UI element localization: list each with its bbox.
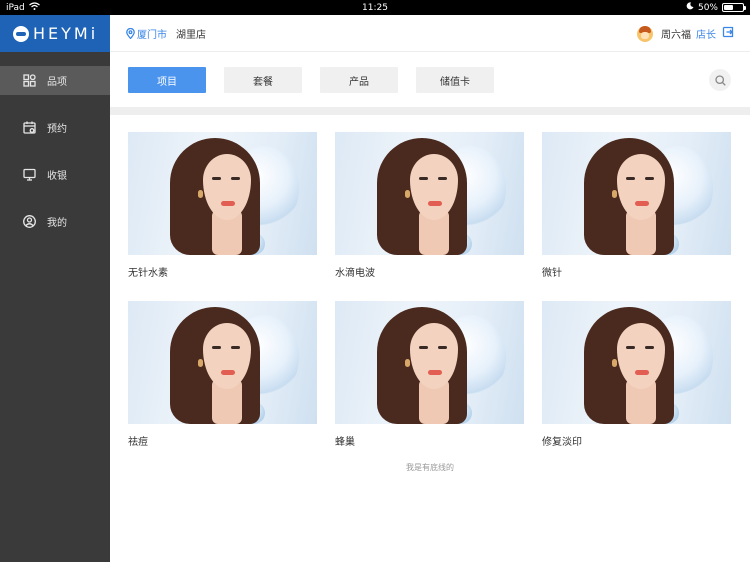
sidebar: HEYMi 品项 预约 收银 我的 <box>0 15 110 562</box>
item-card[interactable]: 祛痘 <box>128 301 317 448</box>
logout-icon[interactable] <box>722 26 734 41</box>
category-tabs: 项目 套餐 产品 储值卡 <box>110 52 750 107</box>
sidebar-item-appointment[interactable]: 预约 <box>0 113 110 142</box>
section-divider <box>110 107 750 115</box>
item-card[interactable]: 蜂巢 <box>335 301 524 448</box>
item-card[interactable]: 微针 <box>542 132 731 279</box>
user-role: 店长 <box>696 30 716 41</box>
sidebar-item-label: 收银 <box>47 171 67 182</box>
sidebar-item-label: 我的 <box>47 218 67 229</box>
status-time: 11:25 <box>362 2 388 13</box>
brand-logo: HEYMi <box>0 15 110 52</box>
tab-packages[interactable]: 套餐 <box>224 67 302 93</box>
tab-products[interactable]: 产品 <box>320 67 398 93</box>
calendar-icon <box>22 121 36 135</box>
monitor-icon <box>22 168 36 182</box>
item-image[interactable] <box>128 132 317 255</box>
logo-mark-icon <box>13 25 29 42</box>
user-info: 周六福 店长 <box>637 15 734 52</box>
end-of-list-note: 我是有底线的 <box>406 463 454 472</box>
item-card[interactable]: 水滴电波 <box>335 132 524 279</box>
top-header: 厦门市 湖里店 周六福 店长 <box>110 15 750 52</box>
item-title: 修复淡印 <box>542 437 582 448</box>
sidebar-item-mine[interactable]: 我的 <box>0 207 110 236</box>
item-card[interactable]: 修复淡印 <box>542 301 731 448</box>
sidebar-item-label: 品项 <box>47 77 67 88</box>
sidebar-item-cashier[interactable]: 收银 <box>0 160 110 189</box>
sidebar-nav: 品项 预约 收银 我的 <box>0 66 110 236</box>
moon-icon <box>686 2 694 13</box>
store-name: 湖里店 <box>176 29 206 41</box>
item-image[interactable] <box>542 301 731 424</box>
tab-stored-value-card[interactable]: 储值卡 <box>416 67 494 93</box>
item-title: 无针水素 <box>128 268 168 279</box>
logo-text: HEYMi <box>33 24 99 43</box>
item-image[interactable] <box>335 132 524 255</box>
search-button[interactable] <box>709 69 731 91</box>
grid-icon <box>22 74 36 88</box>
item-title: 蜂巢 <box>335 437 355 448</box>
battery-icon <box>722 3 746 12</box>
status-bar: iPad 11:25 50% <box>0 0 750 15</box>
search-icon <box>714 74 726 86</box>
city-name[interactable]: 厦门市 <box>137 26 167 41</box>
sidebar-item-label: 预约 <box>47 124 67 135</box>
item-title: 水滴电波 <box>335 268 375 279</box>
user-name: 周六福 <box>661 30 691 41</box>
item-title: 祛痘 <box>128 437 148 448</box>
location-selector[interactable]: 厦门市 湖里店 <box>126 26 206 41</box>
item-title: 微针 <box>542 268 562 279</box>
battery-percent: 50% <box>697 2 718 13</box>
user-icon <box>22 215 36 229</box>
item-image[interactable] <box>128 301 317 424</box>
item-image[interactable] <box>335 301 524 424</box>
item-grid: 无针水素 水滴电波 微针 祛痘 蜂巢 修复淡印 <box>110 115 750 562</box>
sidebar-item-products[interactable]: 品项 <box>0 66 110 95</box>
location-pin-icon <box>126 27 135 39</box>
item-image[interactable] <box>542 132 731 255</box>
tab-projects[interactable]: 项目 <box>128 67 206 93</box>
avatar[interactable] <box>637 25 653 42</box>
item-card[interactable]: 无针水素 <box>128 132 317 279</box>
